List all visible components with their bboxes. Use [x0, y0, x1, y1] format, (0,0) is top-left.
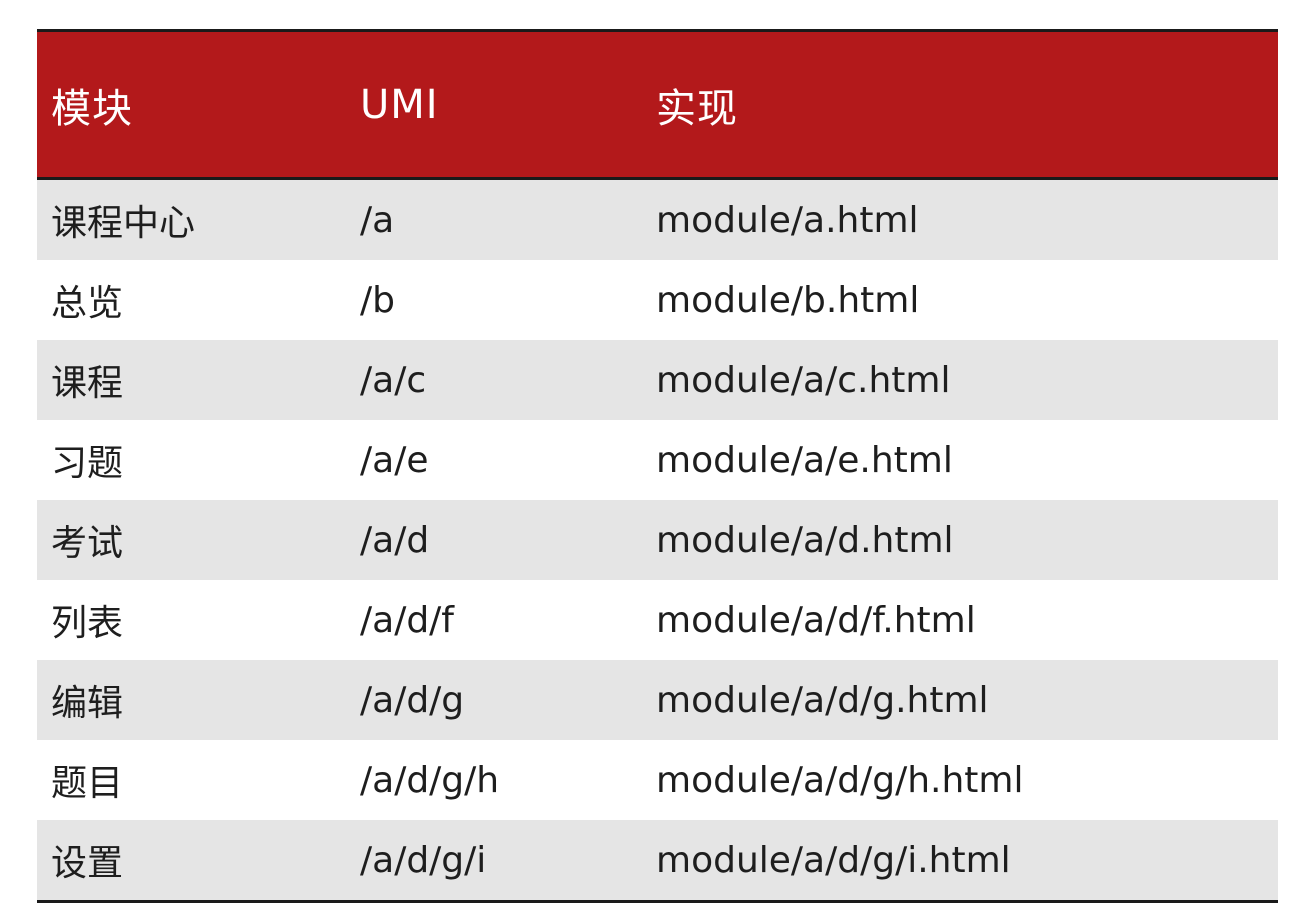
cell-implementation: module/a.html: [656, 199, 919, 241]
cell-umi: /a/c: [360, 359, 427, 401]
cell-module: 习题: [51, 443, 124, 484]
cell-module: 课程: [51, 363, 124, 404]
cell-module: 考试: [51, 523, 124, 564]
cell-umi: /a/d/f: [360, 599, 454, 641]
table-bottom-rule: [37, 900, 1278, 903]
cell-module: 编辑: [51, 683, 124, 724]
table-row: 列表 /a/d/f module/a/d/f.html: [37, 580, 1278, 660]
header-umi: UMI: [360, 81, 439, 128]
cell-module: 设置: [51, 843, 124, 884]
cell-implementation: module/a/d/g/i.html: [656, 839, 1011, 881]
table-row: 编辑 /a/d/g module/a/d/g.html: [37, 660, 1278, 740]
cell-implementation: module/a/d/g.html: [656, 679, 989, 721]
cell-umi: /a/d/g: [360, 679, 465, 721]
cell-umi: /b: [360, 279, 395, 321]
table-row: 习题 /a/e module/a/e.html: [37, 420, 1278, 500]
cell-implementation: module/a/c.html: [656, 359, 951, 401]
cell-module: 列表: [51, 603, 124, 644]
cell-implementation: module/a/d/g/h.html: [656, 759, 1024, 801]
cell-module: 题目: [51, 763, 124, 804]
cell-implementation: module/a/e.html: [656, 439, 953, 481]
table-row: 设置 /a/d/g/i module/a/d/g/i.html: [37, 820, 1278, 900]
cell-implementation: module/a/d.html: [656, 519, 954, 561]
table-header-row: 模块 UMI 实现: [37, 32, 1278, 177]
cell-umi: /a: [360, 199, 395, 241]
table-row: 课程中心 /a module/a.html: [37, 180, 1278, 260]
module-routing-table: 模块 UMI 实现 课程中心 /a module/a.html 总览 /b mo…: [37, 29, 1278, 903]
table-row: 总览 /b module/b.html: [37, 260, 1278, 340]
cell-umi: /a/d/g/h: [360, 759, 500, 801]
header-implementation: 实现: [656, 85, 738, 132]
table-row: 题目 /a/d/g/h module/a/d/g/h.html: [37, 740, 1278, 820]
cell-module: 总览: [51, 283, 124, 324]
cell-implementation: module/b.html: [656, 279, 920, 321]
cell-umi: /a/e: [360, 439, 429, 481]
cell-implementation: module/a/d/f.html: [656, 599, 976, 641]
table-row: 课程 /a/c module/a/c.html: [37, 340, 1278, 420]
cell-module: 课程中心: [51, 203, 196, 244]
cell-umi: /a/d/g/i: [360, 839, 487, 881]
table-row: 考试 /a/d module/a/d.html: [37, 500, 1278, 580]
header-module: 模块: [51, 85, 133, 132]
cell-umi: /a/d: [360, 519, 430, 561]
